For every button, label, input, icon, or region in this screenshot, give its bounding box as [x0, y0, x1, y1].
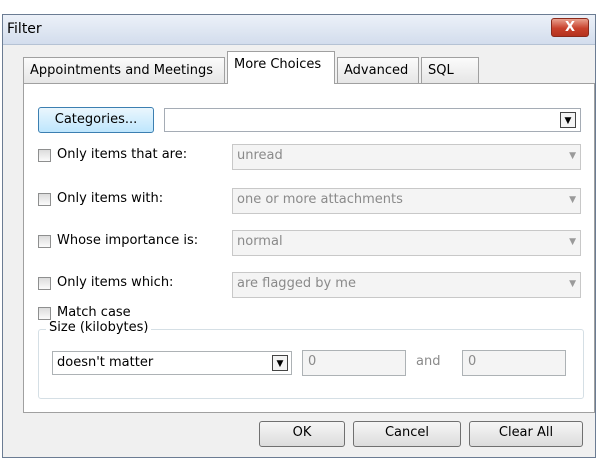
- attachments-value: one or more attachments: [237, 192, 403, 207]
- tab-label: Appointments and Meetings: [30, 63, 213, 78]
- tab-sql[interactable]: SQL: [421, 57, 479, 83]
- chevron-down-icon: ▼: [276, 359, 284, 369]
- tab-appointments-and-meetings[interactable]: Appointments and Meetings: [23, 57, 225, 83]
- tab-label: More Choices: [234, 57, 322, 72]
- categories-input[interactable]: ▼: [164, 108, 581, 132]
- flag-value: are flagged by me: [237, 276, 356, 291]
- ok-button[interactable]: OK: [259, 421, 345, 447]
- read-state-value: unread: [237, 148, 283, 163]
- importance-select[interactable]: normal ▼: [232, 230, 581, 256]
- whose-importance-is-label: Whose importance is:: [57, 233, 199, 248]
- size-and-label: and: [416, 354, 441, 369]
- chevron-down-icon: ▼: [564, 116, 572, 126]
- only-items-which-label: Only items which:: [57, 275, 174, 290]
- chevron-down-icon: ▼: [569, 195, 576, 205]
- close-button[interactable]: X: [551, 18, 589, 37]
- criteria-row-attachments[interactable]: Only items with:: [38, 191, 228, 211]
- categories-button[interactable]: Categories...: [38, 107, 154, 133]
- only-items-with-label: Only items with:: [57, 191, 164, 206]
- tab-label: SQL: [428, 63, 454, 78]
- only-items-that-are-label: Only items that are:: [57, 147, 188, 162]
- importance-value: normal: [237, 234, 283, 249]
- size-condition-dropdown-button[interactable]: ▼: [272, 355, 288, 371]
- match-case-checkbox[interactable]: [38, 307, 51, 320]
- size-condition-value: doesn't matter: [57, 355, 154, 370]
- read-state-select[interactable]: unread ▼: [232, 144, 581, 170]
- chevron-down-icon: ▼: [569, 279, 576, 289]
- cancel-button[interactable]: Cancel: [353, 421, 461, 447]
- size-group-legend: Size (kilobytes): [46, 320, 152, 335]
- size-condition-select[interactable]: doesn't matter ▼: [52, 351, 292, 375]
- filter-dialog: Filter X Appointments and Meetings More …: [2, 14, 596, 458]
- only-items-with-checkbox[interactable]: [38, 193, 51, 206]
- criteria-row-importance[interactable]: Whose importance is:: [38, 233, 228, 253]
- match-case-label: Match case: [57, 305, 131, 320]
- title-bar: Filter X: [3, 15, 595, 45]
- tab-more-choices[interactable]: More Choices: [227, 51, 335, 84]
- more-choices-panel: Categories... ▼ Only items that are: unr…: [23, 83, 595, 413]
- criteria-row-flag[interactable]: Only items which:: [38, 275, 228, 295]
- attachments-select[interactable]: one or more attachments ▼: [232, 188, 581, 214]
- tab-label: Advanced: [344, 63, 409, 78]
- whose-importance-is-checkbox[interactable]: [38, 235, 51, 248]
- chevron-down-icon: ▼: [569, 237, 576, 247]
- chevron-down-icon: ▼: [569, 151, 576, 161]
- only-items-which-checkbox[interactable]: [38, 277, 51, 290]
- criteria-row-read-state[interactable]: Only items that are:: [38, 147, 228, 167]
- flag-select[interactable]: are flagged by me ▼: [232, 272, 581, 298]
- categories-dropdown-button[interactable]: ▼: [560, 112, 576, 128]
- size-to-input[interactable]: 0: [462, 350, 566, 376]
- dialog-title: Filter: [7, 21, 42, 37]
- close-icon: X: [564, 20, 576, 35]
- tab-advanced[interactable]: Advanced: [337, 57, 419, 83]
- only-items-that-are-checkbox[interactable]: [38, 149, 51, 162]
- clear-all-button[interactable]: Clear All: [469, 421, 583, 447]
- size-from-input[interactable]: 0: [302, 350, 406, 376]
